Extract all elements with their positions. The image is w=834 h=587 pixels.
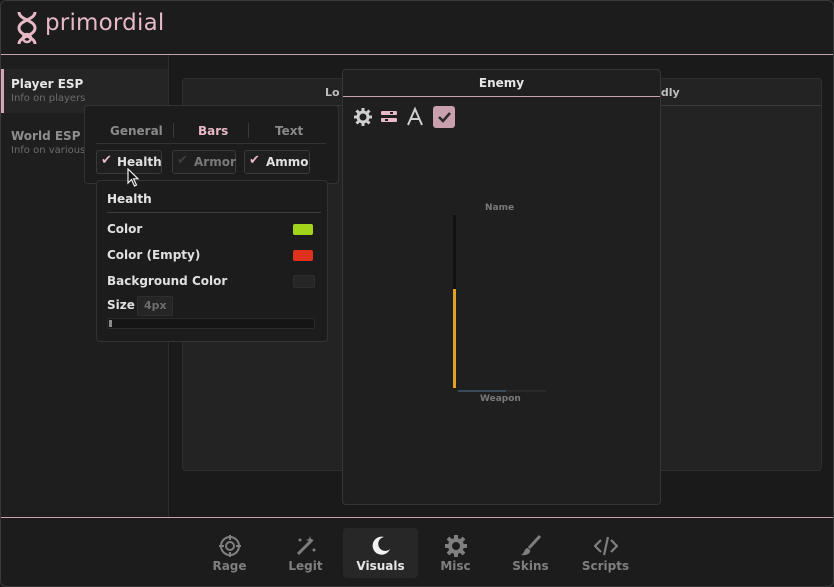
app-window: primordial Player ESP Info on players Wo… [0, 0, 834, 587]
tab-text[interactable]: Text [275, 124, 303, 138]
armor-bar-toggle[interactable]: ✔ Armor [172, 150, 236, 174]
nav-label: Skins [512, 559, 549, 573]
nav-scripts[interactable]: Scripts [568, 528, 643, 578]
tab-divider [248, 123, 249, 138]
header: primordial [1, 1, 833, 55]
app-logo-text: primordial [45, 10, 165, 36]
enemy-panel-header: Enemy [343, 70, 660, 97]
tab-general[interactable]: General [110, 124, 163, 138]
health-settings-title: Health [107, 192, 152, 206]
preview-weapon-label: Weapon [480, 394, 521, 404]
color-empty-label: Color (Empty) [107, 248, 201, 262]
ammo-bar-toggle[interactable]: ✔ Ammo [244, 150, 310, 174]
preview-name-label: Name [485, 203, 515, 213]
nav-label: Misc [440, 559, 471, 573]
sidebar-item-subtitle: Info on various [11, 145, 86, 156]
health-bar-label: Health [117, 155, 162, 169]
nav-label: Rage [212, 559, 247, 573]
sidebar-item-subtitle: Info on players [11, 93, 86, 104]
sidebar-item-title: Player ESP [11, 77, 84, 91]
brush-icon [521, 534, 542, 556]
armor-bar-label: Armor [194, 155, 236, 169]
enemy-panel-title: Enemy [478, 76, 525, 90]
checkmark-icon: ✔ [249, 153, 260, 168]
size-label: Size [107, 298, 135, 312]
size-value-box: 4px [137, 296, 173, 316]
tab-divider [173, 123, 174, 138]
checkmark-icon: ✔ [101, 153, 112, 168]
preview-ammo-bar [458, 390, 506, 392]
nav-rage[interactable]: Rage [192, 528, 267, 578]
background-color-label: Background Color [107, 274, 228, 288]
preview-health-bar-fill [453, 289, 456, 388]
check-toggle-icon[interactable] [433, 106, 455, 128]
nav-label: Legit [288, 559, 323, 573]
preview-ammo-bar-empty [506, 390, 546, 392]
code-icon [594, 536, 618, 556]
color-label: Color [107, 222, 143, 236]
divider [107, 212, 321, 213]
background-color-swatch[interactable] [293, 275, 315, 288]
settings-tabs: General Bars Text [96, 119, 326, 144]
bars-settings-popup: General Bars Text ✔ Health ✔ Armor ✔ Amm… [84, 105, 339, 184]
gear-icon[interactable] [352, 106, 374, 128]
size-slider-fill [109, 320, 112, 327]
nav-visuals[interactable]: Visuals [343, 528, 418, 578]
nav-label: Visuals [356, 559, 405, 573]
logo-icon [17, 11, 37, 45]
size-value: 4px [144, 299, 167, 312]
tab-bars[interactable]: Bars [198, 124, 228, 138]
bars-icon[interactable] [378, 106, 400, 128]
health-settings-popup: Health Color Color (Empty) Background Co… [96, 180, 328, 342]
ammo-bar-label: Ammo [266, 155, 309, 169]
gear-icon [445, 535, 467, 557]
mouse-cursor-icon [127, 168, 140, 187]
nav-legit[interactable]: Legit [268, 528, 343, 578]
bottom-navigation: Rage Legit Visuals Misc Skins Scripts [1, 517, 833, 586]
text-icon[interactable] [404, 106, 426, 128]
color-swatch[interactable] [293, 224, 313, 235]
sidebar-item-title: World ESP [11, 129, 81, 143]
local-tab-label[interactable]: Lo [325, 86, 340, 99]
size-slider[interactable] [107, 318, 315, 329]
checkmark-icon: ✔ [177, 153, 188, 168]
crosshair-icon [219, 535, 241, 557]
moon-icon [372, 536, 390, 555]
color-empty-swatch[interactable] [293, 250, 313, 261]
wand-icon [296, 536, 316, 556]
nav-skins[interactable]: Skins [493, 528, 568, 578]
nav-misc[interactable]: Misc [418, 528, 493, 578]
enemy-preview-panel: Enemy Name Weapon [342, 69, 661, 505]
nav-label: Scripts [581, 559, 630, 573]
